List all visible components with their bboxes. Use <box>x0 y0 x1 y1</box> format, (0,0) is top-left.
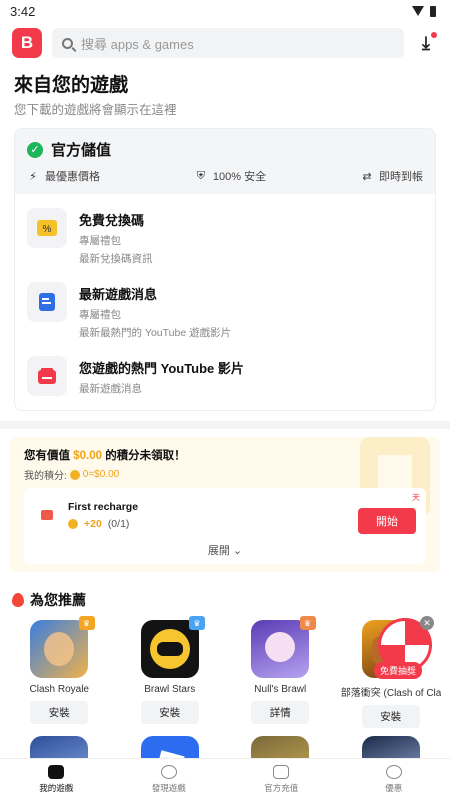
gamepad-icon <box>48 765 65 779</box>
official-topup-title: 官方儲值 <box>51 142 112 159</box>
search-placeholder: 搜尋 apps & games <box>81 36 194 52</box>
tab-discover[interactable]: 發現遊戲 <box>113 759 226 800</box>
section-divider <box>0 421 450 429</box>
app-name: Clash Royale <box>29 684 89 695</box>
bolt-icon: ⚡ <box>29 170 37 183</box>
rewards-panel: 您有價值 $0.00 的積分未領取！ 我的積分: 0=$0.00 天 First… <box>10 437 440 572</box>
svg-text:%: % <box>43 224 52 235</box>
status-icons <box>412 5 436 17</box>
tab-official-topup[interactable]: 官方充值 <box>225 759 338 800</box>
bottom-nav: 我的遊戲 發現遊戲 官方充值 優惠 <box>0 758 450 800</box>
task-progress: (0/1) <box>107 517 130 530</box>
feature-label: 100% 安全 <box>212 171 267 183</box>
feature-label: 即時到帳 <box>378 171 423 183</box>
app-card[interactable]: ♛ Brawl Stars 安裝 <box>115 616 226 728</box>
list-item-sub: 專屬禮包 <box>79 309 121 321</box>
rewards-title: 您有價值 $0.00 的積分未領取！ <box>24 447 426 463</box>
expand-button[interactable]: 展開 ⌄ <box>34 542 416 558</box>
crown-badge-icon: ♛ <box>78 616 95 630</box>
top-bar: B 搜尋 apps & games ⤓ <box>0 22 450 64</box>
app-logo-letter: B <box>20 33 34 52</box>
install-button[interactable]: 安裝 <box>30 701 89 724</box>
tab-label: 官方充值 <box>264 783 299 793</box>
notification-dot <box>431 32 437 38</box>
tab-label: 發現遊戲 <box>151 783 186 793</box>
rewards-title-post: 的積分未領取！ <box>105 450 186 462</box>
tab-label: 優惠 <box>385 783 403 793</box>
page-subtitle: 您下載的遊戲將會顯示在這裡 <box>14 103 177 117</box>
rewards-amount: $0.00 <box>73 450 102 462</box>
fire-icon <box>12 593 24 607</box>
list-item-title: 最新遊戲消息 <box>79 287 158 302</box>
lucky-draw-label: 免費抽獎 <box>374 662 423 679</box>
page-title: 來自您的遊戲 <box>14 75 129 96</box>
news-icon <box>27 282 67 322</box>
swap-icon: ⇄ <box>362 170 372 183</box>
my-points: 我的積分: 0=$0.00 <box>24 467 426 482</box>
tab-my-games[interactable]: 我的遊戲 <box>0 759 113 800</box>
shield-icon: ⛨ <box>196 169 206 182</box>
official-topup-header[interactable]: ✓ 官方儲值 ⚡ 最優惠價格 ⛨ 100% 安全 ⇄ 即時到帳 <box>15 129 435 194</box>
day-tag: 天 <box>412 493 420 502</box>
recommend-title: 為您推薦 <box>30 592 86 608</box>
start-button[interactable]: 開始 <box>358 508 416 534</box>
list-item-title: 您遊戲的熱門 YouTube 影片 <box>79 361 244 376</box>
list-item-sub: 最新兌換碼資訊 <box>79 253 153 265</box>
details-button[interactable]: 詳情 <box>251 701 310 724</box>
shopping-bag-icon <box>273 765 290 779</box>
battery-icon <box>430 5 436 17</box>
download-button[interactable]: ⤓ <box>414 31 438 55</box>
crown-badge-icon: ♛ <box>299 616 316 630</box>
tab-deals[interactable]: 優惠 <box>338 759 450 800</box>
gift-icon <box>34 504 60 526</box>
tab-label: 我的遊戲 <box>39 783 74 793</box>
feature-safe: ⛨ 100% 安全 <box>195 168 266 184</box>
lucky-draw-floater[interactable]: 免費抽獎 ✕ <box>374 616 438 682</box>
download-icon: ⤓ <box>422 32 430 53</box>
coupon-icon: % <box>27 208 67 248</box>
app-name: Null's Brawl <box>254 684 307 695</box>
chevron-down-icon: ⌄ <box>232 545 243 557</box>
status-bar: 3:42 <box>0 0 450 22</box>
list-item-youtube-videos[interactable]: 您遊戲的熱門 YouTube 影片 最新遊戲消息 <box>27 350 423 406</box>
app-card[interactable]: ♛ Clash Royale 安裝 <box>4 616 115 728</box>
compass-icon <box>160 765 177 779</box>
wifi-icon <box>412 6 424 16</box>
list-item-sub: 專屬禮包 <box>79 235 121 247</box>
list-item-redeem-codes[interactable]: % 免費兌換碼 專屬禮包 最新兌換碼資訊 <box>27 202 423 276</box>
coin-icon <box>69 469 80 480</box>
rewards-title-pre: 您有價值 <box>24 450 70 462</box>
task-name: First recharge <box>68 500 139 513</box>
list-item-title: 免費兌換碼 <box>79 213 145 228</box>
search-icon <box>62 37 73 49</box>
crown-badge-icon: ♛ <box>189 616 205 630</box>
task-card: 天 First recharge +20 (0/1) 開始 展開 ⌄ <box>24 488 426 564</box>
app-name: Brawl Stars <box>144 684 196 695</box>
feature-instant: ⇄ 即時到帳 <box>361 168 423 184</box>
expand-label: 展開 <box>207 545 230 557</box>
install-button[interactable]: 安裝 <box>140 701 199 724</box>
points-label: 我的積分: <box>24 471 67 482</box>
verified-check-icon: ✓ <box>27 141 43 158</box>
list-item-game-news[interactable]: 最新遊戲消息 專屬禮包 最新最熱門的 YouTube 遊戲影片 <box>27 276 423 350</box>
search-input[interactable]: 搜尋 apps & games <box>52 28 404 58</box>
close-icon[interactable]: ✕ <box>420 616 434 630</box>
app-name: 部落衝突 (Clash of Clans) <box>340 688 441 699</box>
app-card[interactable]: ♛ Null's Brawl 詳情 <box>225 616 336 728</box>
discount-icon <box>385 765 402 779</box>
app-logo[interactable]: B <box>12 28 42 58</box>
task-reward: +20 <box>84 517 102 530</box>
list-item-sub: 最新最熱門的 YouTube 遊戲影片 <box>79 327 232 339</box>
feature-label: 最優惠價格 <box>45 171 100 183</box>
install-button[interactable]: 安裝 <box>361 705 420 728</box>
official-topup-card: ✓ 官方儲值 ⚡ 最優惠價格 ⛨ 100% 安全 ⇄ 即時到帳 % 免費兌換碼 專屬禮… <box>14 128 436 411</box>
coin-icon <box>68 518 78 529</box>
video-icon <box>27 356 67 396</box>
recommend-header: 為您推薦 <box>0 572 450 610</box>
points-value: 0=$0.00 <box>82 469 120 480</box>
feature-best-price: ⚡ 最優惠價格 <box>27 168 100 184</box>
list-item-sub: 最新遊戲消息 <box>79 383 142 395</box>
status-time: 3:42 <box>10 3 36 19</box>
